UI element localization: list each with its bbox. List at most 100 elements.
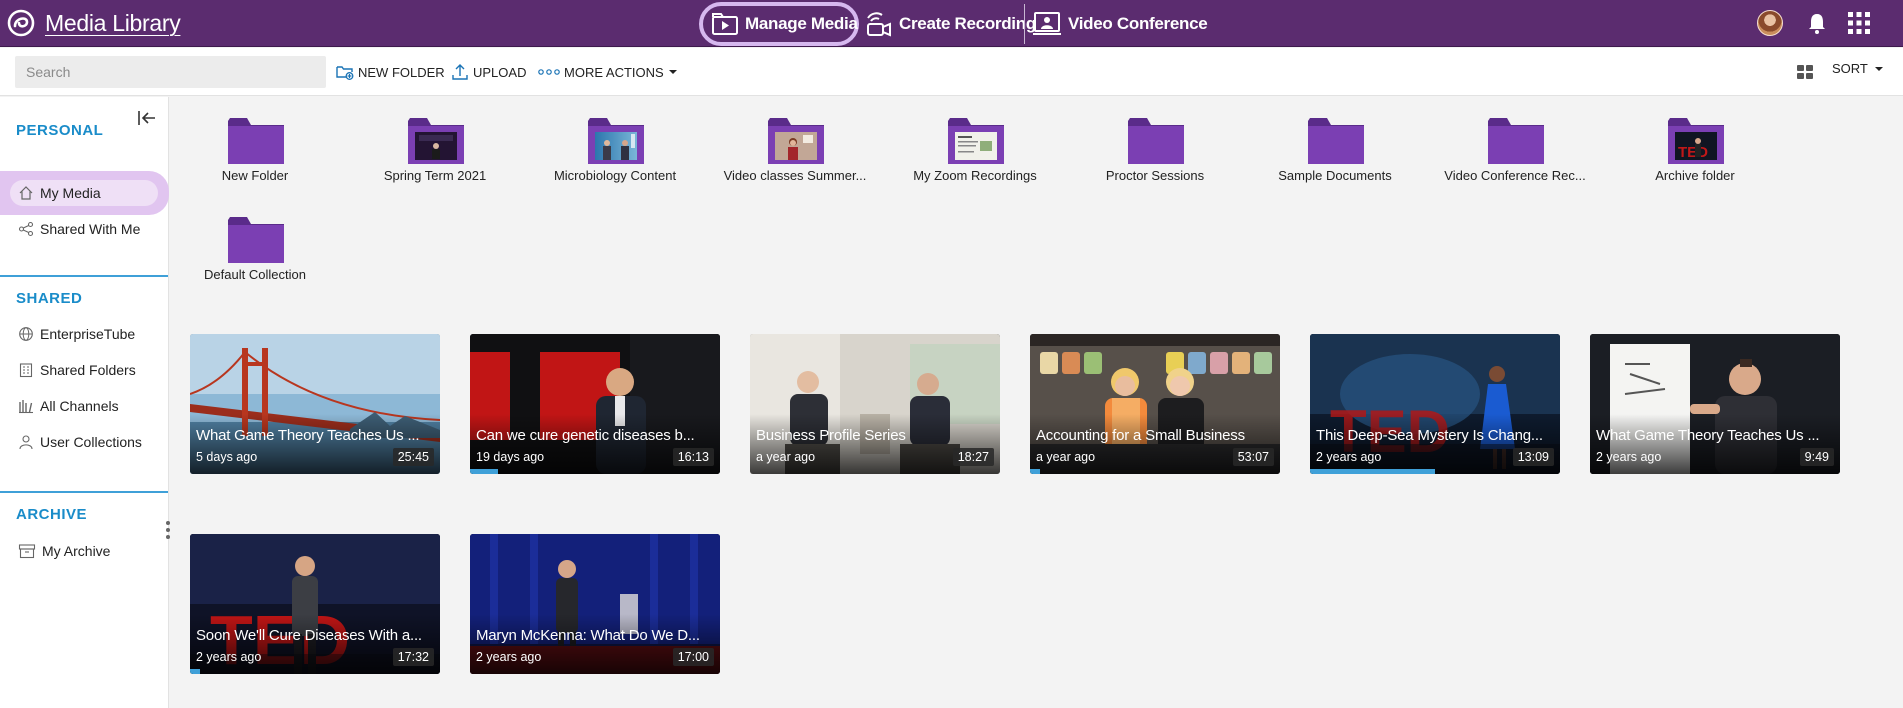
folder-item[interactable]: Default Collection	[175, 196, 335, 284]
sidebar-item-label: EnterpriseTube	[40, 326, 136, 342]
video-card[interactable]: Maryn McKenna: What Do We D... 2 years ag…	[470, 534, 720, 674]
archive-icon	[18, 544, 36, 559]
globe-icon	[19, 327, 33, 341]
folder-item[interactable]: My Zoom Recordings	[895, 97, 1055, 185]
video-age: 2 years ago	[1596, 450, 1662, 464]
nav-video-conference[interactable]: Video Conference	[1024, 4, 1208, 44]
video-duration: 16:13	[672, 448, 714, 466]
video-card[interactable]: TEDSoon We'll Cure Diseases With a...2 y…	[190, 534, 440, 674]
video-card[interactable]: What Game Theory Teaches Us ... 2 years a…	[1590, 334, 1840, 474]
folder-item[interactable]: Video classes Summer...	[715, 97, 875, 185]
more-actions-button[interactable]: MORE ACTIONS	[538, 61, 678, 83]
section-divider	[0, 275, 168, 277]
folder-item[interactable]: Video Conference Rec...	[1435, 97, 1595, 185]
nav-manage-media[interactable]: Manage Media	[699, 2, 859, 46]
folder-item[interactable]: Microbiology Content	[535, 97, 695, 185]
collapse-sidebar-icon[interactable]	[137, 109, 157, 127]
bell-icon[interactable]	[1805, 11, 1829, 35]
folder-icon	[228, 217, 284, 263]
video-age: 2 years ago	[196, 650, 262, 664]
sidebar-item-enterprisetube[interactable]: EnterpriseTube	[18, 323, 135, 345]
video-card[interactable]: TEDThis Deep-Sea Mystery Is Chang...2 ye…	[1310, 334, 1560, 474]
folder-icon	[1128, 118, 1184, 164]
more-actions-label: MORE ACTIONS	[564, 64, 664, 80]
brand[interactable]: Media Library	[6, 8, 181, 38]
folder-label: Microbiology Content	[553, 168, 677, 183]
video-duration: 18:27	[952, 448, 994, 466]
new-folder-button[interactable]: NEW FOLDER	[336, 61, 445, 83]
sidebar-item-shared-with-me[interactable]: Shared With Me	[18, 218, 140, 240]
watch-progress-bar	[1310, 469, 1435, 474]
folder-item[interactable]: New Folder	[175, 97, 335, 185]
building-icon	[19, 363, 33, 378]
svg-text:TED: TED	[1678, 144, 1708, 161]
upload-button[interactable]: UPLOAD	[451, 61, 526, 83]
sidebar-item-label: All Channels	[40, 398, 119, 414]
sidebar-item-user-collections[interactable]: User Collections	[18, 431, 142, 453]
section-divider	[0, 491, 168, 493]
folder-label: Proctor Sessions	[1105, 168, 1205, 183]
apps-grid-icon[interactable]	[1847, 11, 1871, 35]
video-age: 2 years ago	[476, 650, 542, 664]
top-bar: Media Library Manage Media Create Record…	[0, 0, 1903, 47]
folder-label: My Zoom Recordings	[913, 168, 1037, 183]
more-dots-icon	[538, 69, 560, 75]
video-title: Accounting for a Small Business	[1036, 427, 1245, 444]
video-duration: 9:49	[1799, 448, 1834, 466]
nav-video-conference-label: Video Conference	[1068, 14, 1208, 33]
share-icon	[18, 221, 34, 237]
recording-icon	[867, 12, 891, 37]
watch-progress-bar	[190, 669, 200, 674]
folder-icon	[228, 118, 284, 164]
video-card[interactable]: Can we cure genetic diseases b... 19 days…	[470, 334, 720, 474]
sidebar-item-my-media[interactable]: My Media	[18, 182, 101, 204]
sort-button[interactable]: SORT	[1832, 61, 1884, 76]
video-card[interactable]: What Game Theory Teaches Us ... 5 days ag…	[190, 334, 440, 474]
sort-label: SORT	[1832, 61, 1868, 76]
nav-manage-media-label: Manage Media	[745, 14, 858, 33]
video-title: What Game Theory Teaches Us ...	[196, 427, 420, 444]
video-card[interactable]: Accounting for a Small Business a year ag…	[1030, 334, 1280, 474]
folder-icon	[768, 118, 824, 164]
folder-label: New Folder	[221, 168, 289, 183]
section-heading-archive: ARCHIVE	[16, 506, 88, 523]
caret-down-icon	[668, 70, 677, 74]
search-input[interactable]	[15, 56, 326, 88]
folder-item[interactable]: Spring Term 2021	[355, 97, 515, 185]
resize-handle-icon[interactable]	[165, 520, 171, 540]
new-folder-icon	[336, 66, 354, 80]
grid-view-icon[interactable]	[1796, 63, 1814, 81]
sidebar-item-label: Shared With Me	[40, 221, 141, 237]
sidebar-item-my-archive[interactable]: My Archive	[18, 540, 110, 562]
nav-create-recording[interactable]: Create Recording	[863, 4, 1036, 44]
video-duration: 53:07	[1232, 448, 1274, 466]
video-title: Can we cure genetic diseases b...	[476, 427, 695, 444]
folder-label: Sample Documents	[1278, 168, 1392, 183]
sidebar: PERSONAL My Media Shared With Me SHARED …	[0, 97, 171, 708]
folder-icon	[1308, 118, 1364, 164]
folder-item[interactable]: Sample Documents	[1255, 97, 1415, 185]
video-title: Soon We'll Cure Diseases With a...	[196, 627, 422, 644]
folder-item[interactable]: TED Archive folder	[1615, 97, 1775, 185]
video-age: a year ago	[1036, 450, 1096, 464]
user-icon	[19, 435, 33, 450]
new-folder-label: NEW FOLDER	[358, 64, 445, 80]
folder-label: Spring Term 2021	[383, 168, 487, 183]
folder-icon	[1488, 118, 1544, 164]
sidebar-item-label: My Media	[40, 185, 101, 201]
sidebar-item-all-channels[interactable]: All Channels	[18, 395, 119, 417]
logo-icon	[7, 9, 35, 37]
sidebar-item-label: My Archive	[42, 543, 111, 559]
sidebar-item-shared-folders[interactable]: Shared Folders	[18, 359, 136, 381]
video-card[interactable]: Business Profile Series a year ago 18:27	[750, 334, 1000, 474]
section-heading-shared: SHARED	[16, 290, 83, 307]
folder-icon	[948, 118, 1004, 164]
app-title: Media Library	[45, 9, 181, 36]
folder-item[interactable]: Proctor Sessions	[1075, 97, 1235, 185]
upload-label: UPLOAD	[473, 64, 527, 80]
user-avatar[interactable]	[1757, 10, 1783, 36]
folder-label: Default Collection	[204, 267, 306, 282]
video-title: This Deep-Sea Mystery Is Chang...	[1316, 427, 1543, 444]
video-age: 19 days ago	[476, 450, 545, 464]
toolbar: NEW FOLDER UPLOAD MORE ACTIONS SORT	[0, 48, 1903, 96]
